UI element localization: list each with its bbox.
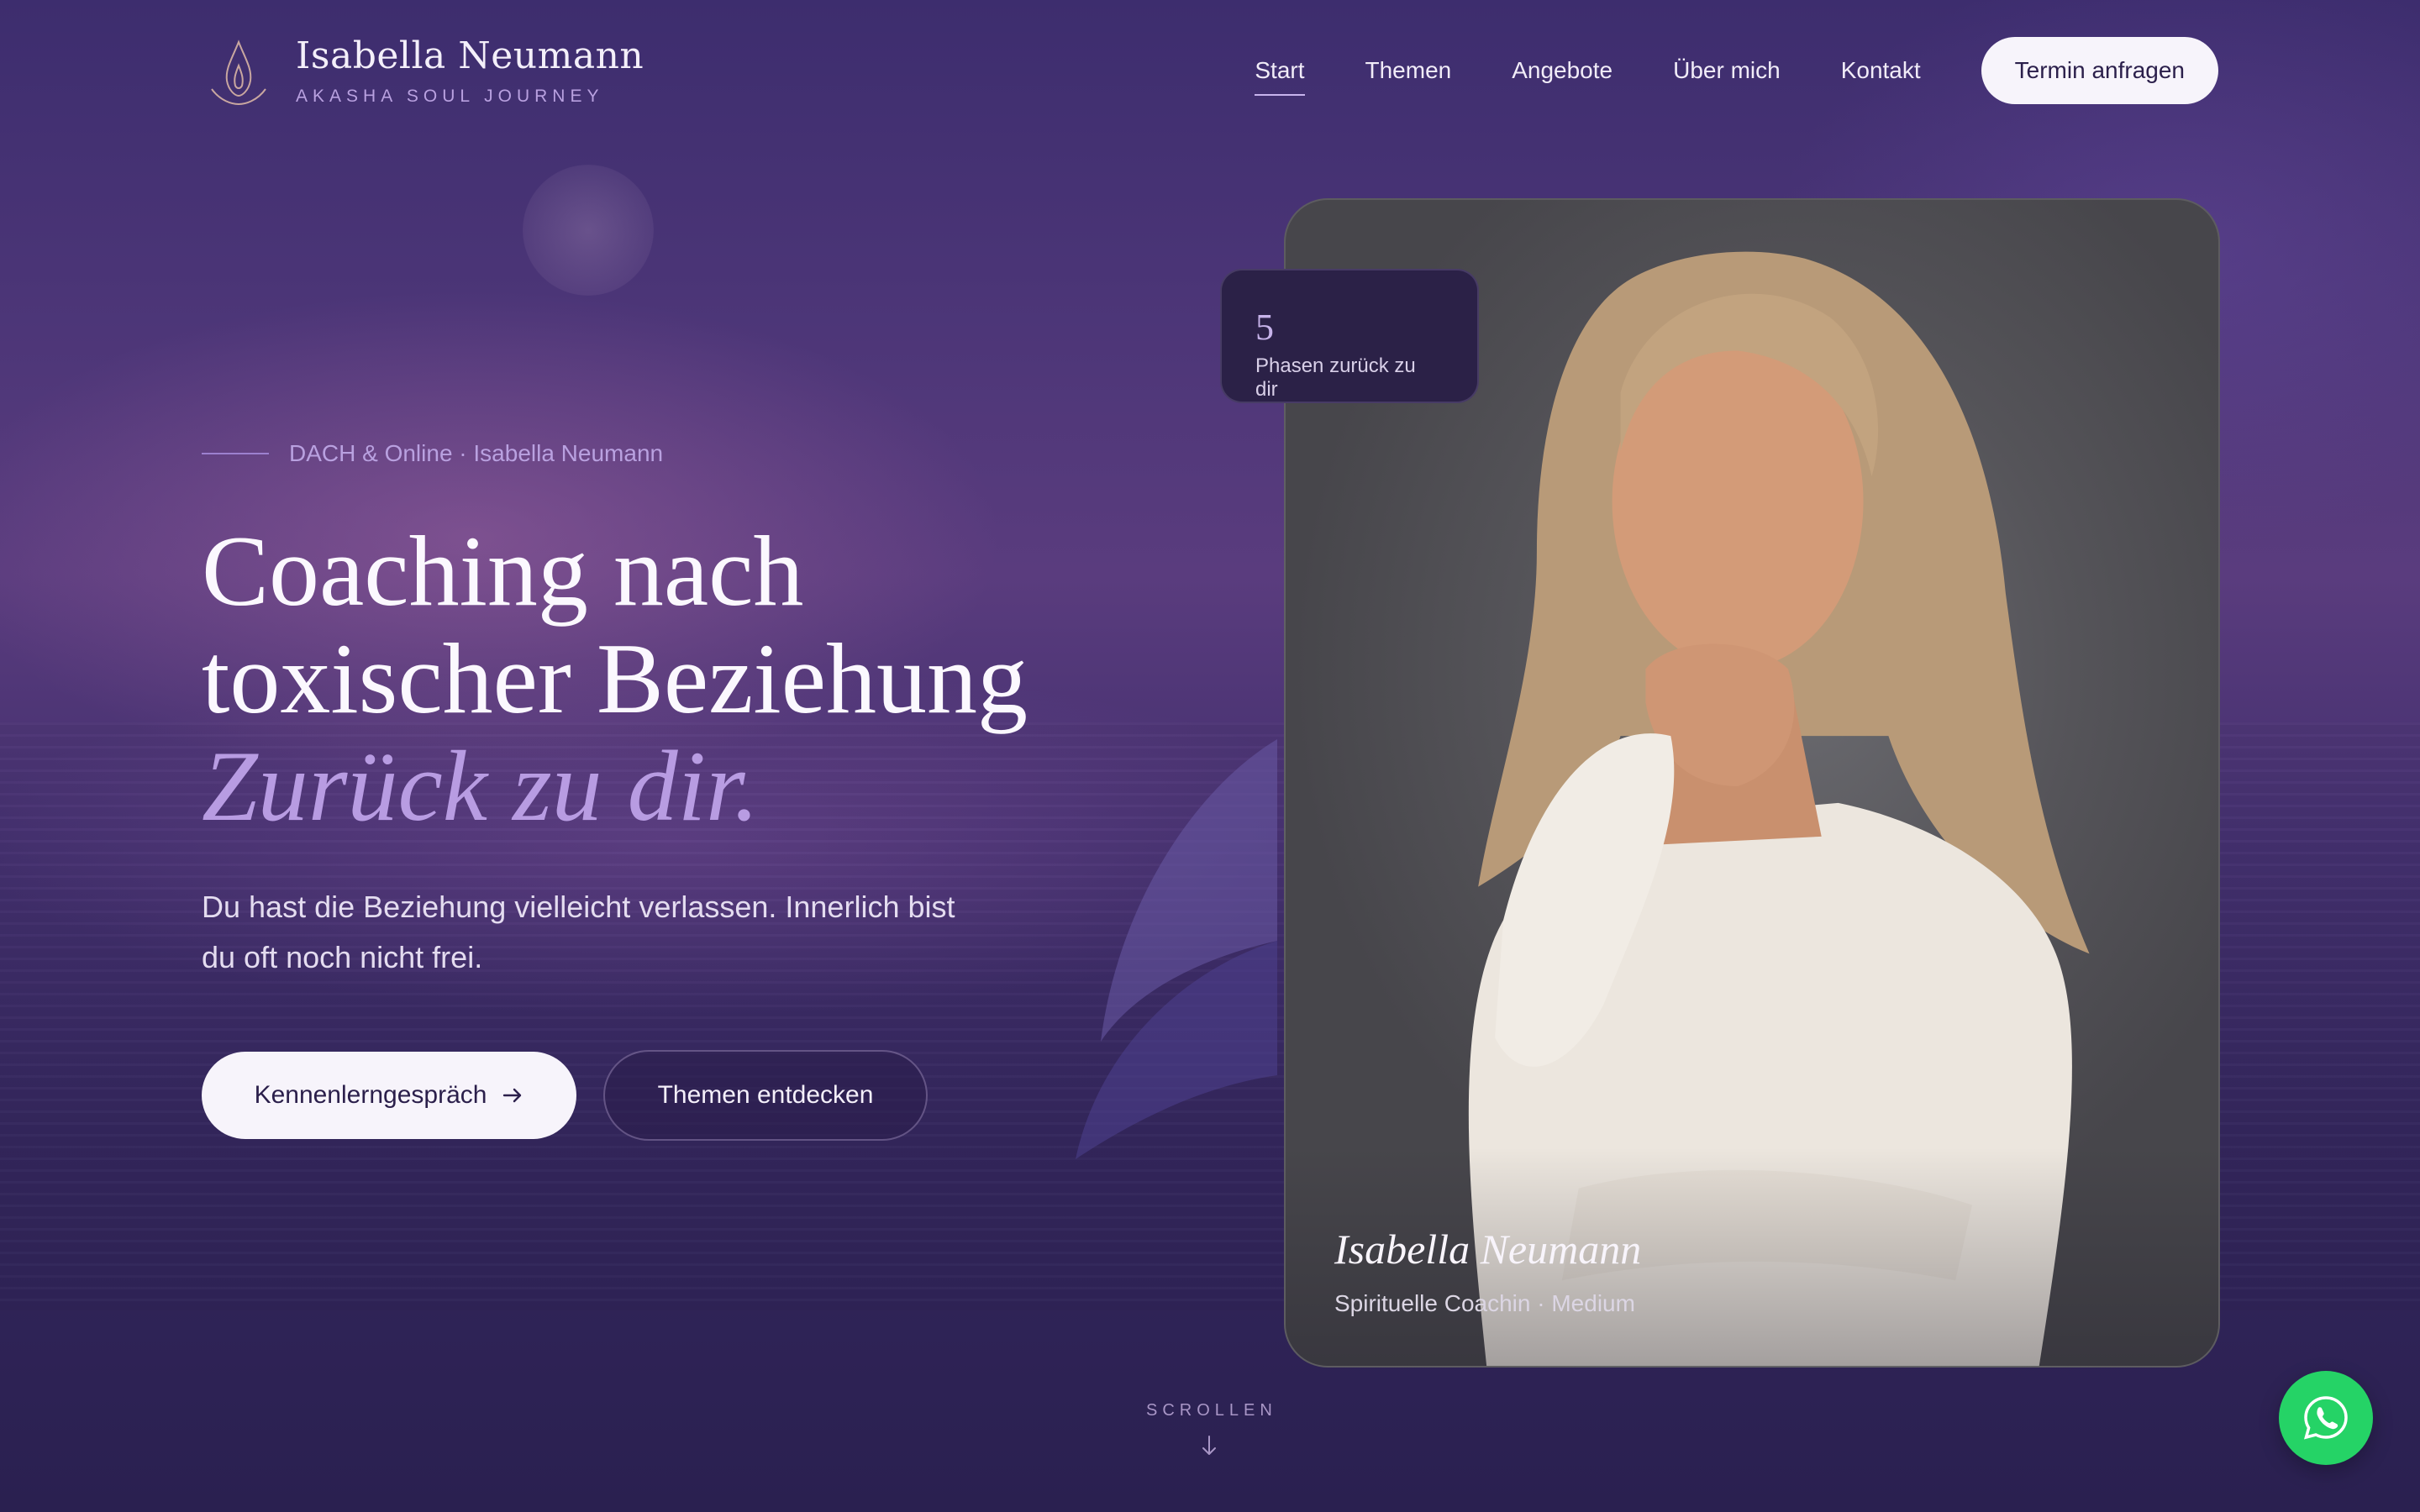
eyebrow-divider <box>202 453 269 454</box>
hero-eyebrow: DACH & Online · Isabella Neumann <box>202 440 663 467</box>
termin-anfragen-button[interactable]: Termin anfragen <box>1981 37 2218 104</box>
brand-tagline: AKASHA SOUL JOURNEY <box>296 87 604 106</box>
kennenlerngespraech-button[interactable]: Kennenlerngespräch <box>202 1052 576 1139</box>
whatsapp-icon <box>2304 1396 2348 1440</box>
portrait-name: Isabella Neumann <box>1334 1226 1642 1273</box>
scroll-label: SCROLLEN <box>1146 1401 1277 1420</box>
arrow-right-icon <box>503 1088 522 1103</box>
portrait-role: Spirituelle Coachin · Medium <box>1334 1290 1635 1316</box>
themen-entdecken-button[interactable]: Themen entdecken <box>603 1050 928 1141</box>
flame-lotus-icon <box>211 39 266 106</box>
nav-item-kontakt[interactable]: Kontakt <box>1841 37 1921 104</box>
stat-number: 5 <box>1255 307 1274 348</box>
eyebrow-text: DACH & Online · Isabella Neumann <box>289 440 664 466</box>
headline-line-2: toxischer Beziehung <box>202 622 1028 734</box>
moon-glow <box>523 165 654 296</box>
primary-button-label: Kennenlerngespräch <box>254 1081 487 1109</box>
arrow-down-icon <box>1146 1434 1272 1463</box>
hero-lead: Du hast die Beziehung vielleicht verlass… <box>202 890 955 974</box>
nav-item-start[interactable]: Start <box>1255 37 1305 104</box>
nav-item-angebote[interactable]: Angebote <box>1512 37 1612 104</box>
headline-accent: Zurück zu dir. <box>202 730 760 842</box>
whatsapp-button[interactable] <box>2279 1371 2373 1465</box>
headline-line-1: Coaching nach <box>202 515 804 627</box>
lotus-silhouette <box>1076 739 1277 1159</box>
hero-headline: Coaching nach toxischer Beziehung Zurück… <box>202 517 1028 840</box>
main-nav: Start Themen Angebote Über mich Kontakt … <box>1255 37 2218 104</box>
nav-item-ueber-mich[interactable]: Über mich <box>1673 37 1781 104</box>
brand-logo[interactable]: Isabella Neumann AKASHA SOUL JOURNEY <box>207 37 644 108</box>
nav-item-themen[interactable]: Themen <box>1365 37 1452 104</box>
scroll-indicator[interactable]: SCROLLEN <box>1146 1401 1272 1463</box>
brand-name: Isabella Neumann <box>296 34 644 77</box>
stat-label: Phasen zurück zu dir <box>1255 354 1416 401</box>
phases-stat-badge: 5 Phasen zurück zu dir <box>1220 269 1479 403</box>
